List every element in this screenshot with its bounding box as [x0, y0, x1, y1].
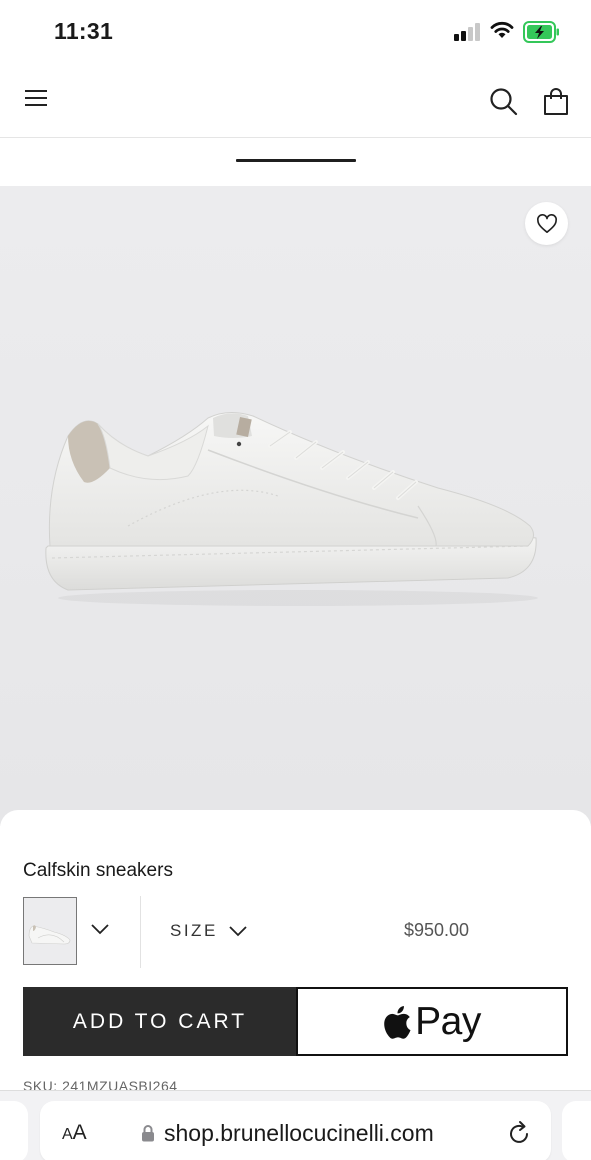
apple-logo-icon: [384, 1005, 411, 1039]
image-tab-strip: [0, 139, 591, 186]
apple-pay-button[interactable]: Pay: [296, 987, 568, 1056]
address-bar[interactable]: AA shop.brunellocucinelli.com: [40, 1101, 551, 1160]
app-header: [0, 62, 591, 138]
product-image-sneaker: [45, 412, 538, 606]
add-to-cart-button[interactable]: ADD TO CART: [23, 987, 297, 1056]
chevron-down-icon: [229, 926, 247, 937]
text-size-button[interactable]: AA: [62, 1121, 87, 1145]
search-icon[interactable]: [488, 86, 520, 118]
color-variant-thumbnail[interactable]: [23, 897, 77, 965]
product-image-gallery[interactable]: [0, 186, 591, 826]
product-detail-sheet: Calfskin sneakers SIZE $950.00 ADD TO CA…: [0, 810, 591, 1100]
variant-sneaker-image: [24, 898, 76, 964]
size-selector[interactable]: SIZE: [170, 920, 248, 942]
size-label: SIZE: [170, 921, 218, 940]
product-price: $950.00: [404, 920, 470, 940]
url-text[interactable]: shop.brunellocucinelli.com: [164, 1120, 434, 1147]
reload-icon[interactable]: [507, 1120, 531, 1146]
product-name: Calfskin sneakers: [23, 860, 173, 881]
apple-pay-label: Pay: [415, 999, 481, 1043]
cellular-signal-icon: [454, 23, 482, 41]
lock-icon: [142, 1125, 154, 1142]
text-size-small-a: A: [62, 1126, 73, 1143]
battery-charging-icon: [523, 21, 559, 43]
status-bar: 11:31: [0, 0, 591, 62]
wifi-icon: [490, 21, 514, 38]
shopping-bag-icon[interactable]: [540, 86, 572, 118]
active-tab-indicator[interactable]: [236, 159, 356, 162]
previous-tab-peek[interactable]: [0, 1101, 28, 1160]
wishlist-button[interactable]: [525, 202, 568, 245]
status-time: 11:31: [54, 18, 114, 44]
next-tab-peek[interactable]: [562, 1101, 591, 1160]
browser-toolbar: AA shop.brunellocucinelli.com: [0, 1090, 591, 1160]
hamburger-menu-icon[interactable]: [22, 84, 50, 112]
variant-divider: [140, 896, 141, 968]
text-size-large-a: A: [72, 1121, 87, 1144]
heart-icon: [536, 213, 557, 233]
chevron-down-icon[interactable]: [90, 923, 110, 935]
